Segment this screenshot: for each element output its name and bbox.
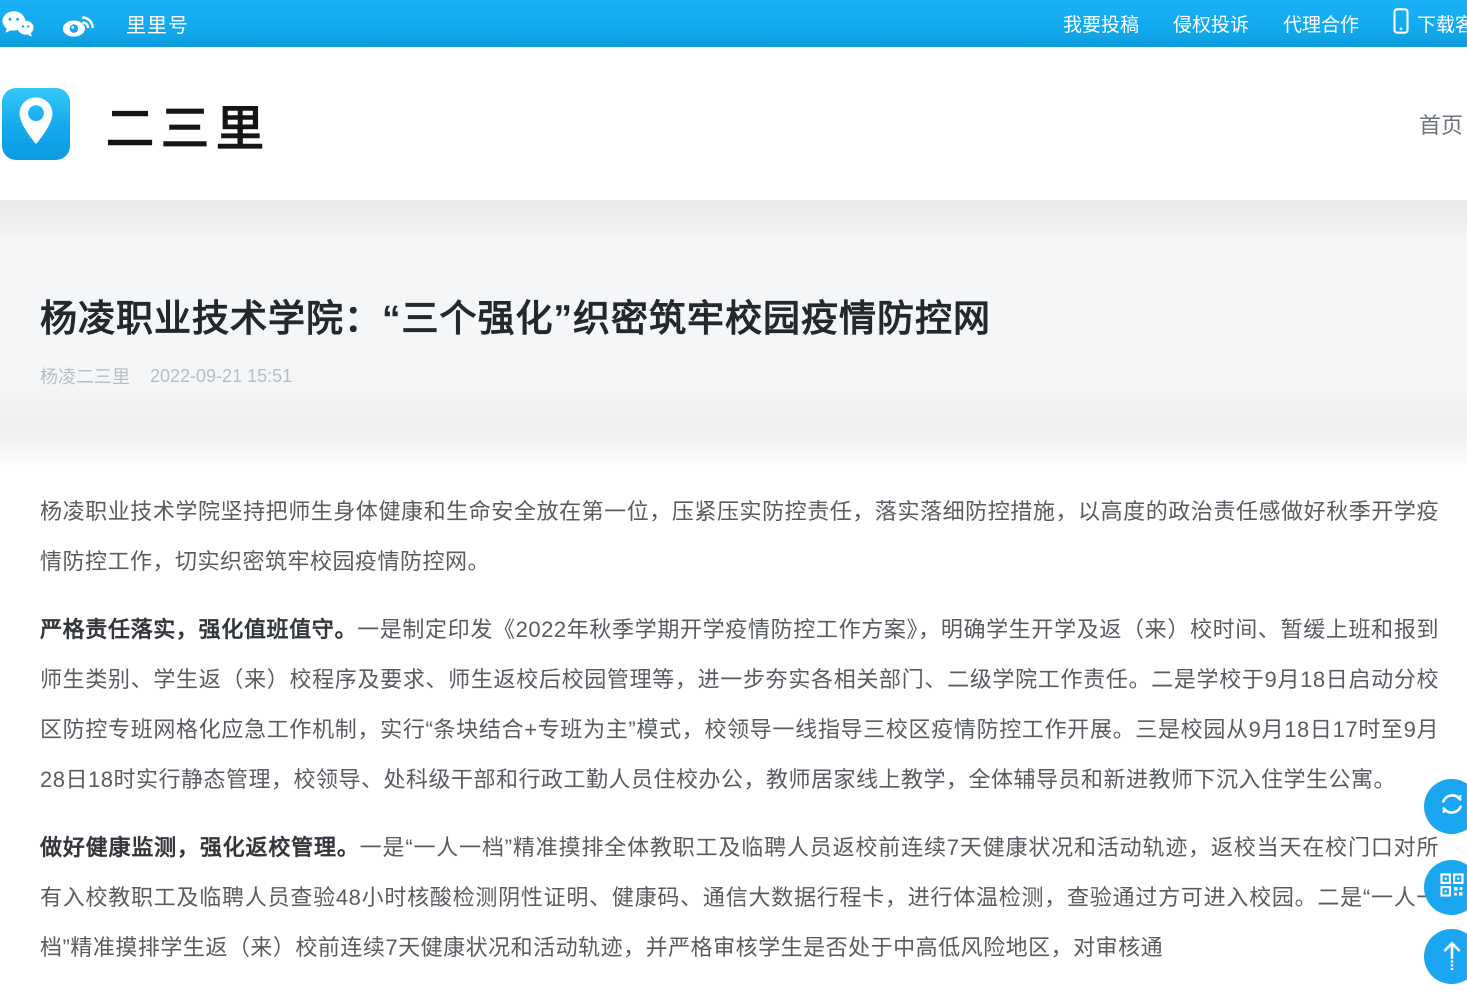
site-logo[interactable]: [2, 88, 70, 160]
location-pin-icon: [16, 96, 56, 151]
publish-timestamp: 2022-09-21 15:51: [150, 366, 292, 387]
weibo-icon[interactable]: [62, 9, 96, 38]
author-name[interactable]: 杨凌二三里: [40, 363, 130, 389]
wechat-icon[interactable]: [2, 10, 34, 37]
paragraph-text: 一是制定印发《2022年秋季学期开学疫情防控工作方案》，明确学生开学及返（来）校…: [40, 617, 1439, 792]
paragraph: 严格责任落实，强化值班值守。一是制定印发《2022年秋季学期开学疫情防控工作方案…: [40, 605, 1439, 805]
topbar-link-agency[interactable]: 代理合作: [1283, 10, 1359, 37]
byline: 杨凌二三里 2022-09-21 15:51: [40, 363, 1427, 389]
topbar-download-label: 下载客户端: [1417, 10, 1467, 37]
article-body: 杨凌职业技术学院坚持把师生身体健康和生命安全放在第一位，压紧压实防控责任，落实落…: [0, 465, 1467, 973]
nav-home[interactable]: 首页: [1419, 108, 1463, 140]
topbar-link-complaint[interactable]: 侵权投诉: [1173, 10, 1249, 37]
qrcode-button[interactable]: [1424, 860, 1467, 915]
paragraph-lead: 做好健康监测，强化返校管理。: [40, 835, 360, 860]
phone-icon: [1393, 8, 1409, 40]
topbar-link-download[interactable]: 下载客户端: [1393, 8, 1467, 40]
refresh-button[interactable]: [1424, 779, 1467, 834]
topbar-link-submit[interactable]: 我要投稿: [1063, 10, 1139, 37]
qrcode-icon: [1438, 871, 1466, 904]
paragraph-text: 杨凌职业技术学院坚持把师生身体健康和生命安全放在第一位，压紧压实防控责任，落实落…: [40, 499, 1439, 574]
paragraph: 杨凌职业技术学院坚持把师生身体健康和生命安全放在第一位，压紧压实防控责任，落实落…: [40, 487, 1439, 587]
topbar-links: 我要投稿 侵权投诉 代理合作 下载客户端: [1063, 0, 1467, 47]
site-header: 二三里 首页: [0, 47, 1467, 200]
page-title: 杨凌职业技术学院：“三个强化”织密筑牢校园疫情防控网: [40, 297, 1427, 341]
back-to-top-icon: [1438, 938, 1466, 975]
site-logo-text: 二三里: [106, 89, 271, 159]
article-header-section: 杨凌职业技术学院：“三个强化”织密筑牢校园疫情防控网 杨凌二三里 2022-09…: [0, 200, 1467, 465]
topbar: 里里号 我要投稿 侵权投诉 代理合作 下载客户端: [0, 0, 1467, 47]
paragraph-lead: 严格责任落实，强化值班值守。: [40, 617, 357, 642]
refresh-icon: [1437, 789, 1467, 824]
paragraph: 做好健康监测，强化返校管理。一是“一人一档”精准摸排全体教职工及临聘人员返校前连…: [40, 823, 1439, 973]
topbar-share-group: 里里号: [0, 9, 189, 38]
floating-button-stack: [1424, 779, 1467, 984]
back-to-top-button[interactable]: [1424, 929, 1467, 984]
topbar-brand[interactable]: 里里号: [126, 9, 189, 38]
